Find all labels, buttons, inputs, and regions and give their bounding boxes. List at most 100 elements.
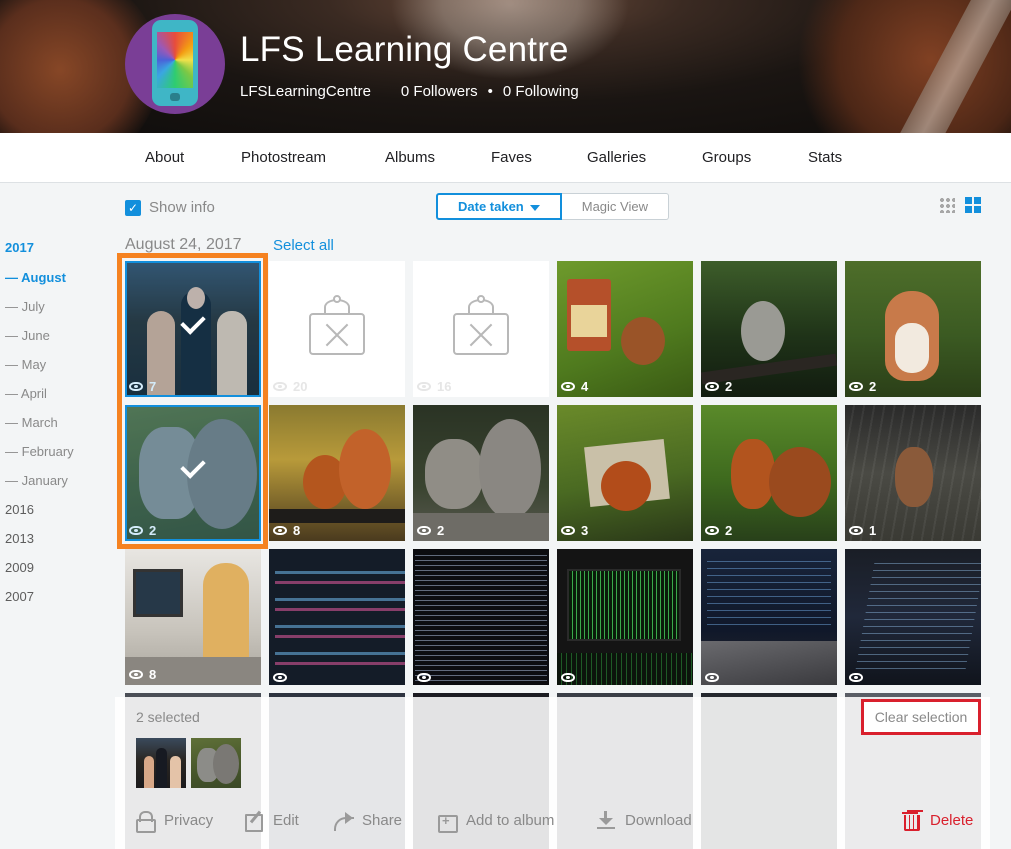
phone-icon	[152, 20, 198, 106]
photo-squirrel	[731, 439, 775, 509]
timeline-month-august[interactable]: — August	[5, 270, 66, 285]
eye-icon	[417, 673, 431, 682]
photo-tile[interactable]: 16	[413, 261, 549, 397]
date-heading: August 24, 2017	[125, 236, 242, 253]
add-album-icon	[438, 811, 458, 833]
photo-tile[interactable]	[269, 549, 405, 685]
show-info-toggle[interactable]: ✓ Show info	[125, 199, 215, 216]
timeline-year-2007[interactable]: 2007	[5, 589, 34, 604]
timeline-month-february[interactable]: — February	[5, 444, 74, 459]
photo-tile[interactable]: 4	[557, 261, 693, 397]
photo-tile[interactable]: 2	[125, 405, 261, 541]
edit-button[interactable]: Edit	[245, 811, 299, 832]
view-count: 1	[849, 523, 876, 538]
small-grid-icon[interactable]	[939, 197, 955, 213]
eye-icon	[129, 670, 143, 679]
photo-tile[interactable]	[557, 549, 693, 685]
show-info-checkbox[interactable]: ✓	[125, 199, 141, 216]
tab-stats[interactable]: Stats	[808, 149, 842, 166]
view-count: 3	[561, 523, 588, 538]
photo-tile[interactable]: 1	[845, 405, 981, 541]
tab-galleries[interactable]: Galleries	[587, 149, 646, 166]
view-count: 4	[561, 379, 588, 394]
timeline-month-march[interactable]: — March	[5, 415, 58, 430]
photo-code	[415, 551, 547, 683]
view-count	[705, 673, 725, 682]
tab-groups[interactable]: Groups	[702, 149, 751, 166]
photo-squirrel-tail	[479, 419, 541, 519]
timeline-year-2009[interactable]: 2009	[5, 560, 34, 575]
add-to-album-button[interactable]: Add to album	[438, 811, 555, 833]
photo-squirrel	[425, 439, 483, 509]
profile-username[interactable]: LFSLearningCentre	[240, 83, 371, 100]
photo-tile[interactable]: 8	[125, 549, 261, 685]
batch-edit-bar: 2 selected Clear selection Privacy Edit …	[115, 697, 990, 849]
privacy-button[interactable]: Privacy	[136, 811, 213, 833]
profile-name: LFS Learning Centre	[240, 30, 569, 69]
tab-albums[interactable]: Albums	[385, 149, 435, 166]
profile-meta: LFSLearningCentre 0 Followers • 0 Follow…	[240, 83, 579, 100]
check-icon	[180, 453, 206, 479]
photo-tile[interactable]	[701, 549, 837, 685]
photo-figure	[187, 287, 205, 309]
check-icon	[180, 309, 206, 335]
timeline-month-april[interactable]: — April	[5, 386, 47, 401]
timeline-year-2016[interactable]: 2016	[5, 502, 34, 517]
view-count: 8	[129, 667, 156, 682]
delete-button[interactable]: Delete	[902, 811, 973, 831]
timeline-year-2013[interactable]: 2013	[5, 531, 34, 546]
add-to-album-label: Add to album	[466, 811, 555, 829]
photo-tile[interactable]: 2	[413, 405, 549, 541]
photo-squirrel	[895, 447, 933, 507]
timeline-month-january[interactable]: — January	[5, 473, 68, 488]
download-button[interactable]: Download	[597, 811, 692, 829]
view-count: 8	[273, 523, 300, 538]
view-count	[273, 673, 293, 682]
view-count: 2	[129, 523, 156, 538]
eye-icon	[129, 382, 143, 391]
photo-squirrel	[741, 301, 785, 361]
view-count: 2	[417, 523, 444, 538]
photo-tile[interactable]: 7	[125, 261, 261, 397]
avatar[interactable]	[125, 14, 225, 114]
timeline-year-2017[interactable]: 2017	[5, 240, 34, 255]
eye-icon	[417, 526, 431, 535]
tab-photostream[interactable]: Photostream	[241, 149, 326, 166]
view-count: 2	[705, 523, 732, 538]
photo-tile[interactable]	[845, 549, 981, 685]
photo-tile[interactable]: 2	[701, 405, 837, 541]
date-taken-label: Date taken	[458, 199, 524, 214]
selected-thumbnail[interactable]	[136, 738, 186, 788]
eye-icon	[417, 382, 431, 391]
timeline-month-june[interactable]: — June	[5, 328, 50, 343]
photo-tile[interactable]: 20	[269, 261, 405, 397]
magic-view-button[interactable]: Magic View	[561, 193, 669, 220]
view-count	[849, 673, 869, 682]
timeline-month-july[interactable]: — July	[5, 299, 45, 314]
photo-tile[interactable]: 2	[845, 261, 981, 397]
timeline-month-may[interactable]: — May	[5, 357, 46, 372]
select-all-link[interactable]: Select all	[273, 237, 334, 254]
phone-screen	[157, 32, 193, 88]
photo-tile[interactable]: 8	[269, 405, 405, 541]
photo-unavailable-icon	[309, 295, 365, 355]
view-count: 2	[849, 379, 876, 394]
following-link[interactable]: 0 Following	[503, 83, 579, 100]
photo-code	[854, 557, 981, 675]
view-switch: Date taken Magic View	[436, 193, 669, 220]
large-grid-icon[interactable]	[965, 197, 981, 213]
eye-icon	[705, 526, 719, 535]
photo-tile[interactable]: 2	[701, 261, 837, 397]
followers-link[interactable]: 0 Followers	[401, 83, 478, 100]
eye-icon	[561, 382, 575, 391]
photo-tile[interactable]	[413, 549, 549, 685]
date-taken-dropdown[interactable]: Date taken	[436, 193, 562, 220]
tab-about[interactable]: About	[145, 149, 184, 166]
tab-faves[interactable]: Faves	[491, 149, 532, 166]
clear-selection-button[interactable]: Clear selection	[861, 699, 981, 735]
selected-thumbnail[interactable]	[191, 738, 241, 788]
photo-squirrel	[621, 317, 665, 365]
share-button[interactable]: Share	[334, 811, 402, 831]
edit-icon	[245, 811, 263, 832]
photo-tile[interactable]: 3	[557, 405, 693, 541]
